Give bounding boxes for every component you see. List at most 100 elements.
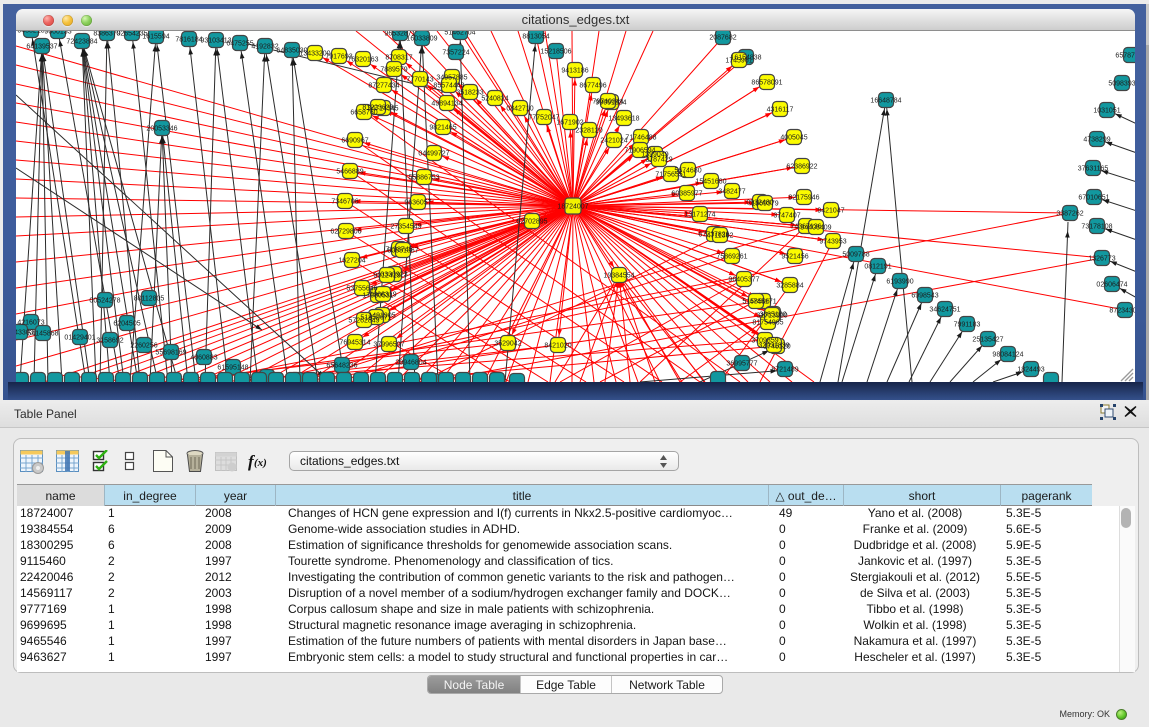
svg-text:18724007: 18724007 — [557, 204, 588, 211]
svg-text:3518233: 3518233 — [456, 90, 483, 97]
svg-text:6193990: 6193990 — [886, 279, 913, 286]
svg-text:0433218: 0433218 — [17, 31, 44, 35]
svg-text:55698169: 55698169 — [155, 350, 186, 357]
svg-text:5158506: 5158506 — [742, 299, 769, 306]
svg-text:34624751: 34624751 — [929, 307, 960, 314]
svg-text:54145868: 54145868 — [27, 331, 58, 338]
svg-text:49894134: 49894134 — [431, 101, 462, 108]
svg-text:81754965: 81754965 — [752, 320, 783, 327]
svg-text:6475255: 6475255 — [226, 41, 253, 48]
svg-text:67010651: 67010651 — [1078, 195, 1109, 202]
svg-text:5098393: 5098393 — [1108, 81, 1135, 88]
svg-text:6998543: 6998543 — [911, 293, 938, 300]
svg-text:31713900: 31713900 — [756, 313, 787, 320]
svg-text:96405377: 96405377 — [728, 277, 759, 284]
svg-text:9912419: 9912419 — [373, 273, 400, 280]
svg-text:82175946: 82175946 — [788, 195, 819, 202]
svg-text:4005045: 4005045 — [780, 135, 807, 142]
svg-text:73178108: 73178108 — [1081, 224, 1112, 231]
svg-text:4738299: 4738299 — [1083, 137, 1110, 144]
svg-text:61595148: 61595148 — [217, 365, 248, 372]
svg-text:1671902: 1671902 — [556, 120, 583, 127]
svg-text:16648784: 16648784 — [870, 98, 901, 105]
svg-text:8708317: 8708317 — [385, 55, 412, 62]
svg-text:8421020: 8421020 — [544, 343, 571, 350]
svg-text:25135427: 25135427 — [972, 337, 1003, 344]
svg-text:4192832: 4192832 — [251, 44, 278, 51]
svg-text:15218506: 15218506 — [540, 49, 571, 56]
svg-text:85574443: 85574443 — [433, 83, 464, 90]
svg-text:76945314: 76945314 — [339, 340, 370, 347]
svg-text:0812191: 0812191 — [864, 264, 891, 271]
svg-text:34957885: 34957885 — [436, 75, 467, 82]
svg-text:1627204: 1627204 — [338, 258, 365, 265]
svg-text:2328120: 2328120 — [575, 128, 602, 135]
svg-text:19384554: 19384554 — [603, 273, 634, 280]
svg-text:3285884: 3285884 — [776, 283, 803, 290]
svg-text:3158692: 3158692 — [96, 338, 123, 345]
svg-text:9636057: 9636057 — [404, 200, 431, 207]
svg-text:9421047: 9421047 — [817, 208, 844, 215]
svg-text:72423884: 72423884 — [66, 39, 97, 46]
svg-text:87277434: 87277434 — [368, 83, 399, 90]
svg-text:64139537: 64139537 — [26, 44, 57, 51]
svg-text:01429401: 01429401 — [64, 335, 95, 342]
svg-text:5466889: 5466889 — [336, 169, 363, 176]
svg-text:8813054: 8813054 — [522, 34, 549, 41]
svg-text:7346706: 7346706 — [331, 199, 358, 206]
svg-text:87234309: 87234309 — [1109, 308, 1135, 315]
svg-text:20053346: 20053346 — [146, 126, 177, 133]
svg-text:04499727: 04499727 — [418, 151, 449, 158]
svg-text:2787429: 2787429 — [645, 157, 672, 164]
svg-text:3529042: 3529042 — [494, 341, 521, 348]
svg-text:55886753: 55886753 — [408, 175, 439, 182]
svg-text:6204505: 6204505 — [113, 321, 140, 328]
svg-text:62702895: 62702895 — [516, 219, 547, 226]
svg-text:1326773: 1326773 — [1088, 256, 1115, 263]
svg-text:2260256: 2260256 — [130, 343, 157, 350]
svg-text:7357224: 7357224 — [442, 50, 469, 57]
svg-text:5009788: 5009788 — [842, 252, 869, 259]
svg-text:9821465: 9821465 — [429, 125, 456, 132]
svg-text:4966319: 4966319 — [369, 292, 396, 299]
svg-text:98084124: 98084124 — [992, 352, 1023, 359]
svg-text:1031051: 1031051 — [1093, 108, 1120, 115]
svg-text:0842710: 0842710 — [506, 106, 533, 113]
svg-text:4711382: 4711382 — [707, 233, 734, 240]
svg-text:37631165: 37631165 — [1078, 166, 1109, 173]
svg-text:00524278: 00524278 — [89, 298, 120, 305]
svg-text:1615594: 1615594 — [142, 34, 169, 41]
svg-text:32931839: 32931839 — [758, 343, 789, 350]
svg-text:13171274: 13171274 — [684, 212, 715, 219]
svg-text:4060883: 4060883 — [190, 355, 217, 362]
svg-text:9521456: 9521456 — [781, 254, 808, 261]
svg-text:65787133: 65787133 — [1115, 53, 1135, 60]
svg-text:36995777: 36995777 — [726, 361, 757, 368]
svg-text:65648236: 65648236 — [326, 363, 357, 370]
svg-text:9600133: 9600133 — [44, 31, 71, 36]
svg-text:5674680: 5674680 — [674, 168, 701, 175]
svg-text:2421024: 2421024 — [600, 138, 627, 145]
svg-text:9413186: 9413186 — [561, 68, 588, 75]
svg-text:62386922: 62386922 — [786, 164, 817, 171]
svg-text:7816184: 7816184 — [175, 37, 202, 44]
svg-text:57262849: 57262849 — [348, 318, 379, 325]
svg-text:27354549: 27354549 — [390, 224, 421, 231]
svg-text:29946804: 29946804 — [395, 360, 426, 367]
svg-text:77752047: 77752047 — [528, 115, 559, 122]
svg-text:16033809: 16033809 — [406, 36, 437, 43]
svg-text:51462704: 51462704 — [444, 31, 475, 37]
svg-text:4216073: 4216073 — [17, 320, 44, 327]
svg-text:76320163: 76320163 — [347, 57, 378, 64]
svg-text:79740344: 79740344 — [592, 99, 623, 106]
svg-text:7889579: 7889579 — [380, 67, 407, 74]
svg-text:1745961: 1745961 — [725, 58, 752, 65]
svg-text:8677496: 8677496 — [579, 83, 606, 90]
svg-text:13493618: 13493618 — [608, 116, 639, 123]
svg-text:4316117: 4316117 — [767, 107, 794, 114]
svg-text:80112805: 80112805 — [134, 296, 165, 303]
svg-text:60385977: 60385977 — [671, 191, 702, 198]
svg-text:86578091: 86578091 — [751, 80, 782, 87]
svg-text:8721489: 8721489 — [771, 367, 798, 374]
svg-text:7991183: 7991183 — [954, 322, 981, 329]
